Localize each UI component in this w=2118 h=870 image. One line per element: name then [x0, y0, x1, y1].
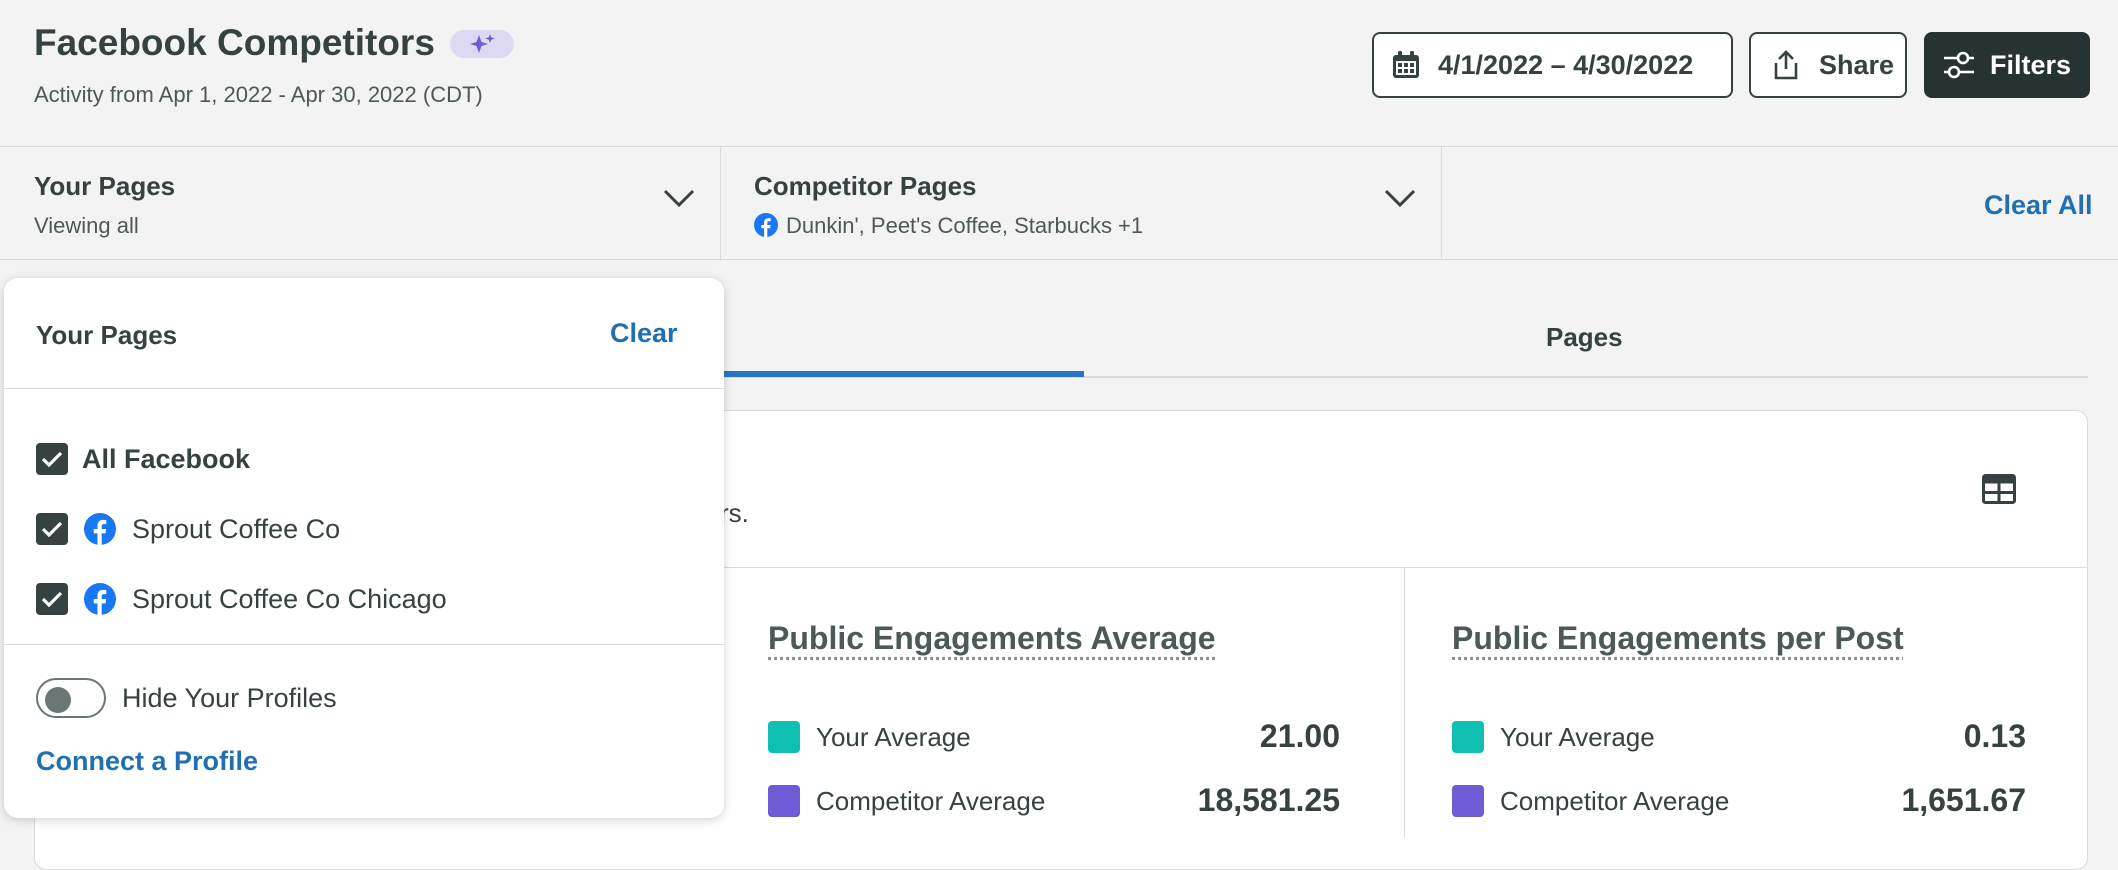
dropdown-title: Your Pages — [36, 320, 177, 351]
your-pages-dropdown: Your Pages Clear All Facebook Sprout Cof… — [4, 278, 724, 818]
hide-profiles-label: Hide Your Profiles — [122, 683, 337, 714]
checkbox-checked[interactable] — [36, 513, 68, 545]
sparkles-icon — [467, 32, 497, 56]
dropdown-divider — [4, 388, 724, 389]
competitor-average-swatch — [768, 785, 800, 817]
metric-value: 21.00 — [1100, 718, 1340, 755]
calendar-icon — [1390, 49, 1422, 81]
checkbox-checked[interactable] — [36, 583, 68, 615]
checkmark-icon — [41, 520, 63, 538]
table-view-icon[interactable] — [1982, 474, 2016, 504]
filters-button[interactable]: Filters — [1924, 32, 2090, 98]
option-label: All Facebook — [82, 444, 250, 475]
metric-title[interactable]: Public Engagements per Post — [1452, 620, 1904, 657]
date-range-label: 4/1/2022 – 4/30/2022 — [1438, 50, 1693, 81]
filters-label: Filters — [1990, 50, 2071, 81]
competitor-average-swatch — [1452, 785, 1484, 817]
checkmark-icon — [41, 450, 63, 468]
hide-profiles-toggle[interactable] — [36, 678, 106, 718]
filter-divider — [1441, 146, 1442, 260]
checkbox-checked[interactable] — [36, 443, 68, 475]
your-pages-filter[interactable]: Your Pages Viewing all — [0, 147, 720, 259]
clear-all-link[interactable]: Clear All — [1984, 190, 2093, 221]
facebook-icon — [84, 513, 116, 545]
option-all-facebook[interactable]: All Facebook — [36, 442, 250, 476]
date-range-button[interactable]: 4/1/2022 – 4/30/2022 — [1372, 32, 1733, 98]
option-sprout-coffee-co[interactable]: Sprout Coffee Co — [36, 512, 340, 546]
competitor-pages-filter[interactable]: Competitor Pages Dunkin', Peet's Coffee,… — [721, 147, 1441, 259]
checkmark-icon — [41, 590, 63, 608]
your-pages-filter-subtitle: Viewing all — [34, 213, 139, 239]
share-button[interactable]: Share — [1749, 32, 1907, 98]
dropdown-divider — [4, 644, 724, 645]
option-label: Sprout Coffee Co Chicago — [132, 584, 447, 615]
chevron-down-icon — [1383, 187, 1417, 209]
card-description: rs. — [720, 498, 749, 529]
toggle-knob — [45, 687, 71, 713]
legend-label: Your Average — [816, 722, 971, 753]
metric-value: 0.13 — [1786, 718, 2026, 755]
card-divider — [1404, 568, 1405, 838]
option-sprout-coffee-co-chicago[interactable]: Sprout Coffee Co Chicago — [36, 582, 447, 616]
page-subtitle: Activity from Apr 1, 2022 - Apr 30, 2022… — [34, 82, 483, 108]
competitor-pages-filter-title: Competitor Pages — [754, 171, 977, 202]
clear-link[interactable]: Clear — [610, 318, 678, 349]
tab-pages[interactable]: Pages — [1546, 322, 1623, 353]
your-average-swatch — [1452, 721, 1484, 753]
metric-title[interactable]: Public Engagements Average — [768, 620, 1216, 657]
legend-label: Competitor Average — [816, 786, 1045, 817]
metric-value: 1,651.67 — [1786, 782, 2026, 819]
facebook-icon — [754, 213, 778, 237]
share-label: Share — [1819, 50, 1894, 81]
your-average-swatch — [768, 721, 800, 753]
option-label: Sprout Coffee Co — [132, 514, 340, 545]
competitor-pages-filter-subtitle: Dunkin', Peet's Coffee, Starbucks +1 — [786, 213, 1143, 239]
chevron-down-icon — [662, 187, 696, 209]
sliders-icon — [1942, 49, 1976, 81]
hide-profiles-toggle-row[interactable]: Hide Your Profiles — [36, 678, 337, 718]
ai-badge[interactable] — [450, 30, 514, 58]
metric-value: 18,581.25 — [1100, 782, 1340, 819]
legend-label: Competitor Average — [1500, 786, 1729, 817]
share-icon — [1771, 49, 1801, 81]
your-pages-filter-title: Your Pages — [34, 171, 175, 202]
connect-profile-link[interactable]: Connect a Profile — [36, 746, 258, 777]
facebook-icon — [84, 583, 116, 615]
legend-label: Your Average — [1500, 722, 1655, 753]
page-title: Facebook Competitors — [34, 22, 435, 64]
